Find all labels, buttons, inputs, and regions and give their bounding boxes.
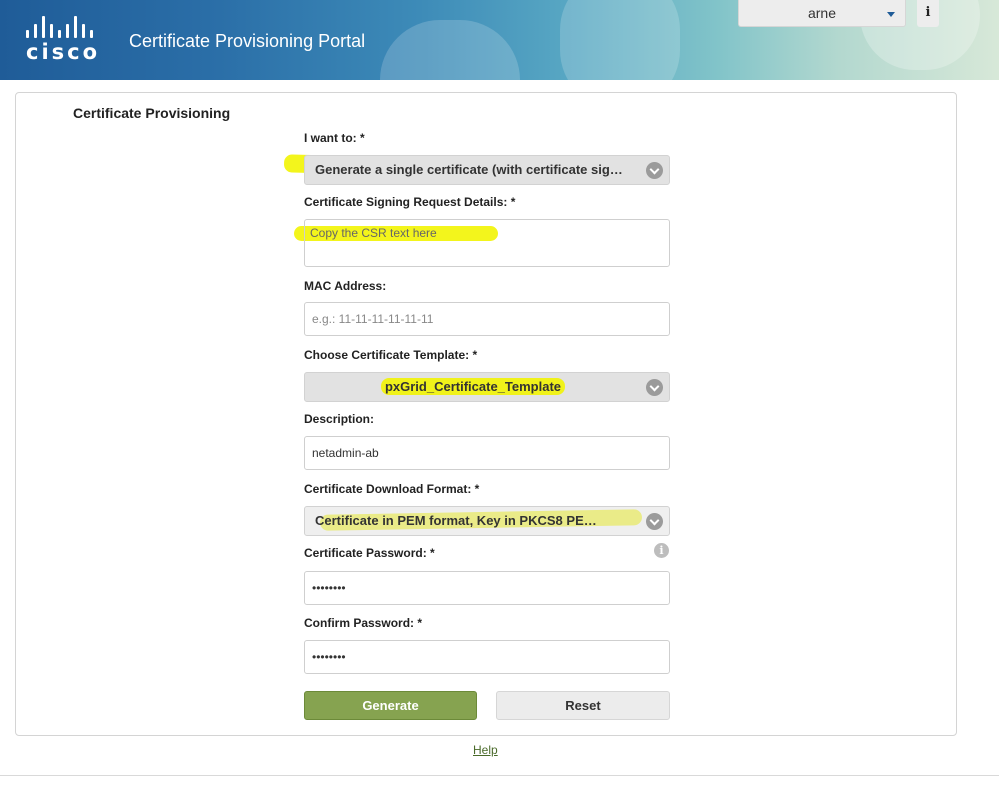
- portal-title: Certificate Provisioning Portal: [129, 31, 366, 51]
- certificate-password-input[interactable]: [304, 571, 670, 605]
- info-icon[interactable]: i: [917, 0, 939, 27]
- description-label: Description:: [304, 412, 375, 426]
- chevron-down-icon: [646, 162, 663, 179]
- i-want-to-select[interactable]: Generate a single certificate (with cert…: [304, 155, 670, 185]
- csr-textarea[interactable]: [304, 219, 670, 267]
- download-format-value: Certificate in PEM format, Key in PKCS8 …: [315, 513, 597, 528]
- mac-address-input[interactable]: [304, 302, 670, 336]
- cisco-logo: cisco: [26, 16, 106, 64]
- i-want-to-value: Generate a single certificate (with cert…: [315, 162, 623, 177]
- banner-decoration: [560, 0, 680, 80]
- mac-address-label: MAC Address:: [304, 279, 387, 293]
- reset-button[interactable]: Reset: [496, 691, 670, 720]
- description-input[interactable]: [304, 436, 670, 470]
- panel-title: Certificate Provisioning: [73, 105, 231, 121]
- chevron-down-icon: [646, 513, 663, 530]
- chevron-down-icon: [646, 379, 663, 396]
- info-icon[interactable]: i: [654, 543, 669, 558]
- csr-label: Certificate Signing Request Details: *: [304, 195, 516, 209]
- confirm-password-input[interactable]: [304, 640, 670, 674]
- certificate-provisioning-panel: Certificate Provisioning I want to: * Ge…: [15, 92, 957, 736]
- user-menu-dropdown[interactable]: arne: [738, 0, 906, 27]
- caret-down-icon: [887, 12, 895, 17]
- footer-divider: [0, 775, 999, 776]
- download-format-select[interactable]: Certificate in PEM format, Key in PKCS8 …: [304, 506, 670, 536]
- cisco-logo-word: cisco: [26, 40, 101, 64]
- i-want-to-label: I want to: *: [304, 131, 365, 145]
- banner-decoration: [380, 20, 520, 80]
- user-name: arne: [807, 5, 837, 21]
- cisco-logo-bars-icon: [26, 16, 106, 38]
- template-select[interactable]: pxGrid_Certificate_Template: [304, 372, 670, 402]
- generate-button[interactable]: Generate: [304, 691, 477, 720]
- certificate-password-label: Certificate Password: *: [304, 546, 435, 560]
- download-format-label: Certificate Download Format: *: [304, 482, 480, 496]
- template-label: Choose Certificate Template: *: [304, 348, 478, 362]
- template-value: pxGrid_Certificate_Template: [380, 378, 566, 395]
- confirm-password-label: Confirm Password: *: [304, 616, 423, 630]
- help-link[interactable]: Help: [473, 743, 498, 757]
